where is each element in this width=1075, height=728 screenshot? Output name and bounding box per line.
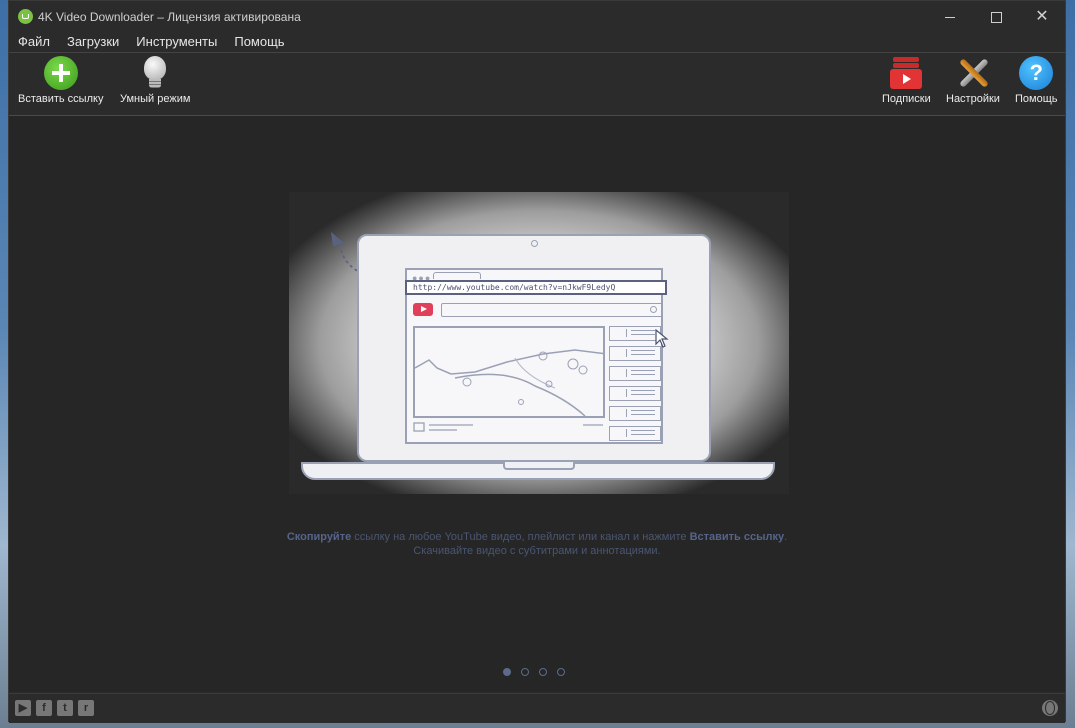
onboarding-illustration: ●●● http://www.youtube.com/watch?v=nJkwF…: [289, 192, 789, 494]
window-title: 4K Video Downloader – Лицензия активиров…: [38, 10, 301, 24]
minimize-icon: [945, 16, 955, 18]
app-logo-icon: [18, 9, 33, 24]
video-info-lines: [413, 422, 603, 432]
status-bar: ▶ f t r: [9, 693, 1065, 723]
menu-downloads[interactable]: Загрузки: [57, 33, 126, 52]
menu-bar: Файл Загрузки Инструменты Помощь: [9, 33, 1065, 52]
video-player: [413, 326, 605, 418]
onboarding-hint: Скопируйте ссылку на любое YouTube видео…: [9, 530, 1065, 558]
paste-link-label: Вставить ссылку: [18, 93, 104, 105]
onboarding-pager: [503, 668, 565, 676]
mouse-cursor-icon: [655, 329, 669, 348]
youtube-icon[interactable]: ▶: [15, 700, 31, 716]
pager-dot-3[interactable]: [539, 668, 547, 676]
url-bar: http://www.youtube.com/watch?v=nJkwF9Led…: [405, 280, 667, 295]
tools-icon: [956, 56, 990, 90]
facebook-icon[interactable]: f: [36, 700, 52, 716]
related-videos-list: [609, 326, 661, 446]
plus-icon: [43, 56, 78, 90]
reddit-icon[interactable]: r: [78, 700, 94, 716]
help-icon: ?: [1019, 56, 1054, 90]
youtube-search-icon: [441, 303, 663, 317]
hint-line-1: Скопируйте ссылку на любое YouTube видео…: [286, 531, 788, 543]
subscriptions-label: Подписки: [882, 93, 931, 105]
app-window: 4K Video Downloader – Лицензия активиров…: [8, 0, 1066, 723]
menu-file[interactable]: Файл: [9, 33, 57, 52]
laptop-screen: ●●● http://www.youtube.com/watch?v=nJkwF…: [357, 234, 711, 462]
twitter-icon[interactable]: t: [57, 700, 73, 716]
settings-label: Настройки: [946, 93, 1000, 105]
browser-tab: [433, 272, 481, 279]
lightbulb-icon: [138, 56, 172, 90]
smart-mode-button[interactable]: Умный режим: [120, 56, 190, 105]
subscriptions-icon: [889, 56, 923, 90]
paste-link-button[interactable]: Вставить ссылку: [18, 56, 103, 105]
menu-help[interactable]: Помощь: [224, 33, 291, 52]
laptop-base: [301, 462, 775, 480]
toolbar: Вставить ссылку Умный режим Подписки Нас…: [9, 53, 1065, 115]
close-icon: ✕: [1035, 8, 1049, 25]
menu-tools[interactable]: Инструменты: [126, 33, 224, 52]
help-button[interactable]: ? Помощь: [1015, 56, 1058, 105]
browser-window: ●●● http://www.youtube.com/watch?v=nJkwF…: [405, 268, 667, 446]
youtube-logo-icon: [413, 303, 433, 316]
title-bar[interactable]: 4K Video Downloader – Лицензия активиров…: [9, 1, 1065, 33]
social-links: ▶ f t r: [15, 700, 94, 716]
maximize-icon: [990, 11, 1002, 23]
help-label: Помощь: [1015, 93, 1058, 105]
settings-button[interactable]: Настройки: [946, 56, 1000, 105]
smart-mode-label: Умный режим: [120, 93, 191, 105]
subscriptions-button[interactable]: Подписки: [882, 56, 931, 105]
close-button[interactable]: ✕: [1019, 1, 1065, 33]
globe-icon[interactable]: [1042, 700, 1058, 716]
downloads-area: ●●● http://www.youtube.com/watch?v=nJkwF…: [9, 116, 1065, 692]
pager-dot-4[interactable]: [557, 668, 565, 676]
maximize-button[interactable]: [973, 1, 1019, 33]
pager-dot-1[interactable]: [503, 668, 511, 676]
minimize-button[interactable]: [927, 1, 973, 33]
window-controls: ✕: [927, 1, 1065, 33]
camera-icon: [531, 240, 538, 247]
hint-line-2: Скачивайте видео с субтитрами и аннотаци…: [413, 545, 661, 557]
pager-dot-2[interactable]: [521, 668, 529, 676]
